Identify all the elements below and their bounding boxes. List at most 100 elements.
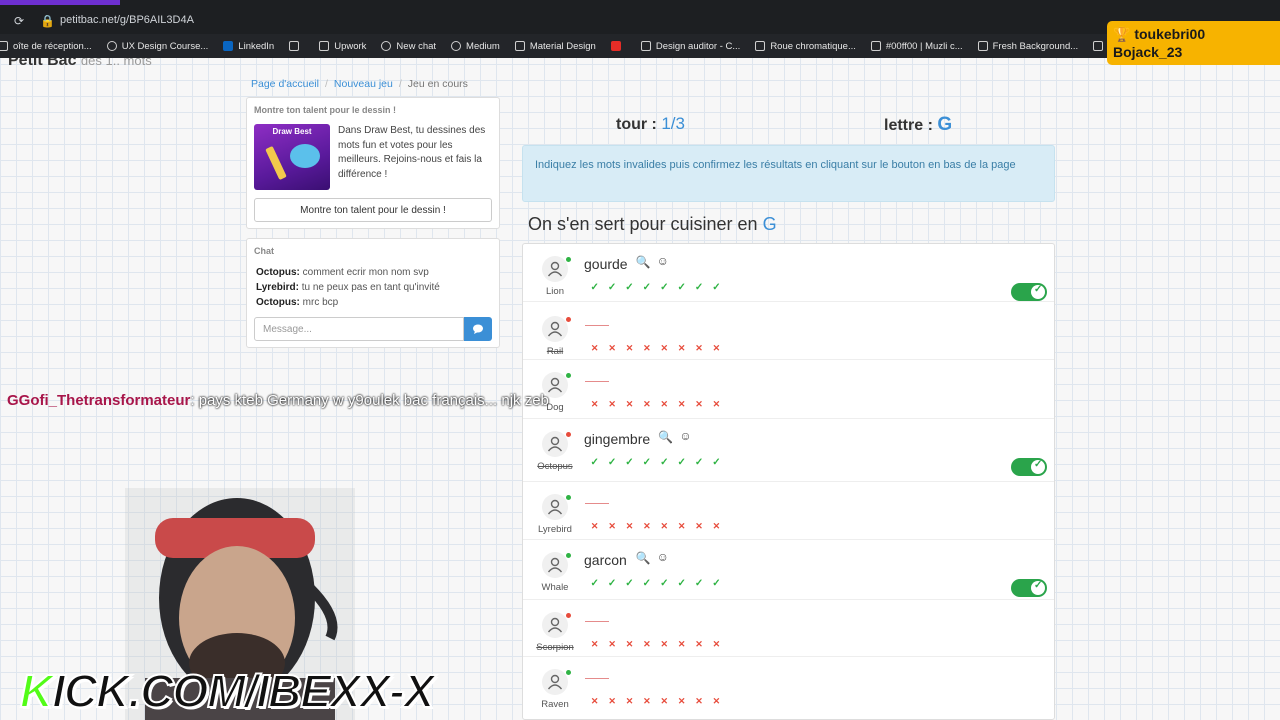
cross-icon: ✕ (590, 521, 599, 531)
user-avatar-icon (542, 316, 568, 342)
cross-icon: ✕ (643, 521, 651, 531)
smiley-icon[interactable]: ☺ (679, 429, 691, 443)
bookmark-item[interactable]: Roue chromatique... (755, 41, 856, 52)
cross-icon: ✕ (608, 343, 616, 353)
stream-alert-overlay: 🏆 toukebri00 Bojack_23 (1107, 21, 1280, 65)
bookmark-item[interactable]: UX Design Course... (106, 41, 208, 52)
player-name: Lyrebird (538, 524, 572, 535)
bookmark-item[interactable] (610, 41, 626, 51)
search-icon[interactable]: 🔍 (658, 430, 673, 444)
bookmark-item[interactable]: Medium (451, 41, 500, 52)
upwork-icon (319, 41, 330, 51)
answer-row: Lyrebird ✕ ✕ ✕ ✕ ✕ ✕ ✕ ✕ (523, 482, 1054, 540)
page-icon (289, 41, 300, 51)
browser-toolbar: ⟳ 🔒 petitbac.net/g/BP6AIL3D4A (0, 0, 1280, 34)
page-icon (514, 41, 525, 51)
bookmark-item[interactable]: Design auditor - C... (640, 41, 740, 52)
page-icon (870, 41, 881, 51)
check-icon: ✓ (590, 578, 599, 589)
cross-icon: ✕ (695, 343, 703, 353)
vote-marks: ✕ ✕ ✕ ✕ ✕ ✕ ✕ ✕ (586, 343, 725, 354)
bookmark-label: LinkedIn (238, 40, 275, 52)
bookmark-label: Upwork (334, 40, 367, 52)
status-dot (566, 373, 571, 378)
check-icon: ✓ (590, 282, 599, 293)
kick-channel-watermark: KICK.COM/IBEXX-X (19, 664, 435, 718)
address-bar[interactable]: petitbac.net/g/BP6AIL3D4A (60, 14, 194, 26)
bookmark-item[interactable]: Material Design (514, 41, 596, 52)
chat-heading: Chat (254, 246, 274, 256)
breadcrumb-new-game[interactable]: Nouveau jeu (334, 78, 393, 90)
vote-marks: ✕ ✕ ✕ ✕ ✕ ✕ ✕ ✕ (586, 399, 725, 410)
answer-word: gingembre (584, 431, 651, 447)
bookmarks-bar: oîte de réception... UX Design Course... L… (0, 34, 1280, 58)
cross-icon: ✕ (695, 639, 703, 649)
status-dot (566, 317, 571, 322)
empty-answer-dash (585, 621, 609, 622)
bookmark-item[interactable] (289, 41, 304, 51)
check-icon: ✓ (660, 457, 669, 468)
user-avatar-icon (542, 612, 568, 638)
bookmark-label: oîte de réception... (13, 40, 92, 52)
search-icon[interactable]: 🔍 (636, 255, 651, 269)
bookmark-item[interactable]: LinkedIn (223, 41, 274, 52)
lock-icon[interactable]: 🔒 (40, 14, 55, 28)
smiley-icon[interactable]: ☺ (657, 254, 669, 268)
bookmark-label: #00ff00 | Muzli c... (885, 40, 963, 52)
bookmark-item[interactable]: oîte de réception... (0, 41, 92, 52)
draw-best-image[interactable]: Draw Best (254, 124, 330, 190)
page-icon (640, 41, 651, 51)
player-name: Scorpion (536, 642, 574, 653)
cross-icon: ✕ (625, 343, 634, 353)
bookmark-label: New chat (396, 40, 437, 52)
bookmark-label: Medium (466, 40, 500, 52)
toggle-knob (1031, 580, 1045, 595)
reload-icon[interactable]: ⟳ (14, 14, 24, 28)
check-icon: ✓ (625, 457, 634, 468)
category-title: On s'en sert pour cuisiner en G (528, 214, 777, 234)
cross-icon: ✕ (643, 639, 651, 649)
breadcrumb-home[interactable]: Page d'accueil (251, 78, 319, 90)
bookmark-item[interactable]: Fresh Background... (977, 41, 1078, 52)
cross-icon: ✕ (590, 399, 599, 409)
check-icon: ✓ (677, 457, 686, 468)
globe-icon (106, 41, 117, 51)
check-icon: ✓ (607, 457, 617, 468)
user-avatar-icon (542, 431, 568, 457)
user-avatar-icon (542, 256, 568, 282)
draw-talent-button[interactable]: Montre ton talent pour le dessin ! (254, 198, 492, 222)
cross-icon: ✕ (643, 343, 651, 353)
validity-toggle[interactable] (1011, 579, 1047, 597)
empty-answer-dash (585, 503, 609, 504)
check-icon: ✓ (660, 578, 669, 589)
ad-text: Dans Draw Best, tu dessines des mots fun… (338, 125, 486, 180)
medium-icon (451, 41, 462, 51)
cross-icon: ✕ (712, 521, 721, 531)
smiley-icon[interactable]: ☺ (657, 550, 669, 564)
status-dot (566, 613, 571, 618)
chat-bubble-icon (473, 324, 483, 334)
ad-heading: Montre ton talent pour le dessin ! (254, 105, 397, 115)
answer-row: Octopus gingembre 🔍 ☺ ✓ ✓ ✓ ✓ ✓ ✓ ✓ ✓ (523, 419, 1054, 482)
bookmark-item[interactable]: #00ff00 | Muzli c... (870, 40, 963, 52)
cross-icon: ✕ (590, 639, 599, 649)
check-icon: ✓ (625, 282, 634, 293)
send-message-button[interactable] (464, 317, 492, 341)
linkedin-icon (223, 41, 234, 51)
cross-icon: ✕ (712, 639, 721, 649)
cross-icon: ✕ (608, 696, 616, 706)
cross-icon: ✕ (660, 343, 669, 353)
status-dot (566, 495, 571, 500)
validity-toggle[interactable] (1011, 458, 1047, 476)
chat-message-input[interactable] (254, 317, 464, 341)
validity-toggle[interactable] (1011, 283, 1047, 301)
answer-row: Dog ✕ ✕ ✕ ✕ ✕ ✕ ✕ ✕ (523, 360, 1054, 419)
search-icon[interactable]: 🔍 (636, 551, 651, 565)
bookmark-item[interactable]: New chat (381, 41, 436, 52)
cross-icon: ✕ (677, 343, 686, 353)
cross-icon: ✕ (625, 399, 634, 409)
answers-list: Lion gourde 🔍 ☺ ✓✓✓✓✓✓✓✓ Rail ✕✕✕✕✕✕✕✕ D… (522, 243, 1055, 720)
bookmark-item[interactable]: Upwork (319, 41, 366, 52)
cross-icon: ✕ (695, 399, 703, 409)
player-name: Whale (541, 582, 569, 593)
